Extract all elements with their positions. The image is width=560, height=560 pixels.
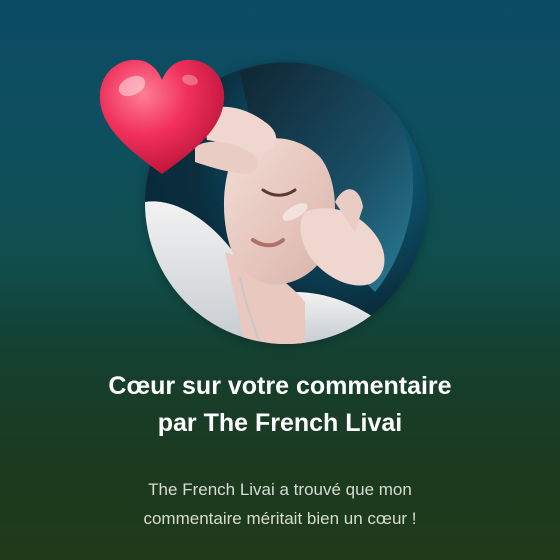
- heart-icon: [94, 52, 230, 182]
- notification-title-line-1: Cœur sur votre commentaire: [108, 372, 452, 400]
- notification-body-line-1: The French Livai a trouvé que mon: [148, 480, 412, 499]
- notification-title-line-2: par The French Livai: [157, 409, 403, 437]
- notification-body: The French Livai a trouvé que mon commen…: [0, 475, 560, 533]
- notification-body-line-2: commentaire méritait bien un cœur !: [143, 509, 417, 528]
- comment-heart-notification: Cœur sur votre commentaire par The Frenc…: [0, 0, 560, 560]
- notification-title: Cœur sur votre commentaire par The Frenc…: [0, 368, 560, 442]
